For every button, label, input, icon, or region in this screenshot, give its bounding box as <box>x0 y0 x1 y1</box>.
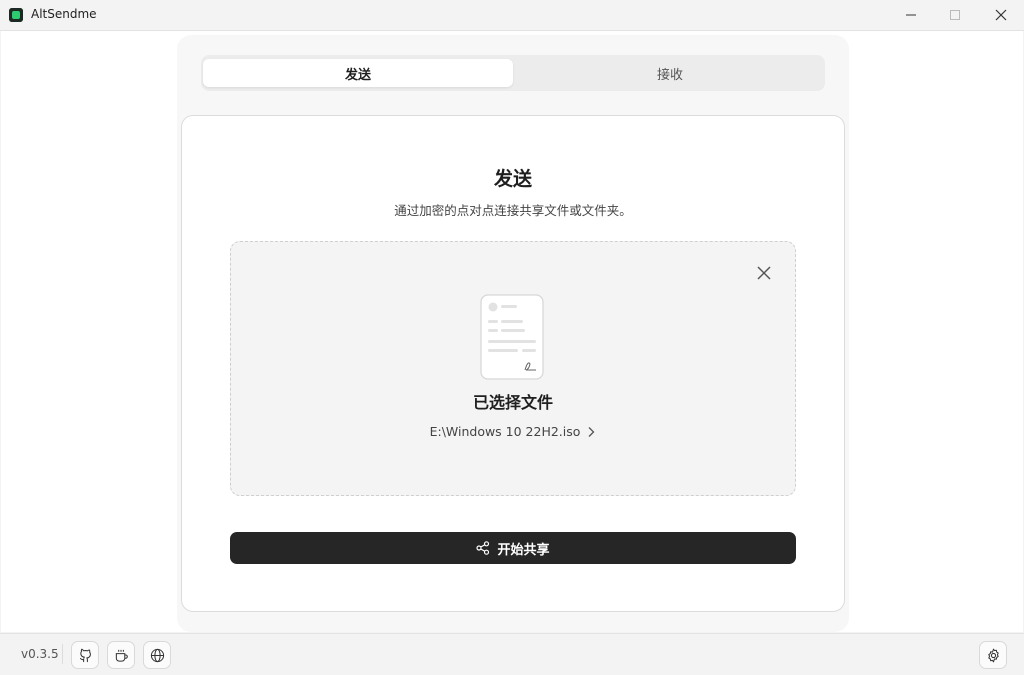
selected-file-label: 已选择文件 <box>472 393 553 412</box>
send-card: 发送 通过加密的点对点连接共享文件或文件夹。 已选择文件 E:\Windows … <box>181 115 845 612</box>
settings-button[interactable] <box>979 641 1007 669</box>
coffee-button[interactable] <box>107 641 135 669</box>
start-sharing-button[interactable]: 开始共享 <box>230 532 796 564</box>
window-title: AltSendme <box>31 7 97 21</box>
settings-icon <box>987 648 999 662</box>
close-icon <box>995 9 1007 21</box>
github-button[interactable] <box>71 641 99 669</box>
close-button[interactable] <box>978 0 1024 30</box>
minimize-button[interactable] <box>888 0 934 30</box>
page-title: 发送 <box>493 168 532 190</box>
minimize-icon <box>906 14 916 16</box>
maximize-icon <box>950 10 960 20</box>
file-path-link[interactable]: E:\Windows 10 22H2.iso <box>231 424 795 439</box>
app-logo-icon <box>9 8 23 22</box>
start-sharing-label: 开始共享 <box>497 542 550 558</box>
page-subtitle: 通过加密的点对点连接共享文件或文件夹。 <box>394 203 632 218</box>
maximize-button[interactable] <box>932 0 978 30</box>
version-label: v0.3.5 <box>21 647 59 661</box>
coffee-icon <box>115 649 128 662</box>
document-icon <box>480 294 544 380</box>
file-path-text: E:\Windows 10 22H2.iso <box>429 424 581 439</box>
chevron-right-icon <box>588 426 595 437</box>
language-button[interactable] <box>143 641 171 669</box>
tab-send[interactable]: 发送 <box>203 59 513 87</box>
footer-bar: v0.3.5 <box>0 633 1024 675</box>
main-content: 发送 接收 发送 通过加密的点对点连接共享文件或文件夹。 已选择文件 E:\Wi… <box>1 31 1023 632</box>
close-icon <box>757 266 771 280</box>
github-icon <box>79 648 91 662</box>
file-dropzone[interactable]: 已选择文件 E:\Windows 10 22H2.iso <box>230 241 796 496</box>
footer-divider <box>62 644 63 664</box>
globe-icon <box>150 648 164 662</box>
clear-selection-button[interactable] <box>751 260 777 286</box>
mode-tabs: 发送 接收 <box>201 55 825 91</box>
title-bar: AltSendme <box>0 0 1024 31</box>
send-panel: 发送 接收 发送 通过加密的点对点连接共享文件或文件夹。 已选择文件 E:\Wi… <box>177 35 849 632</box>
tab-receive[interactable]: 接收 <box>515 59 825 87</box>
share-icon <box>476 541 490 555</box>
